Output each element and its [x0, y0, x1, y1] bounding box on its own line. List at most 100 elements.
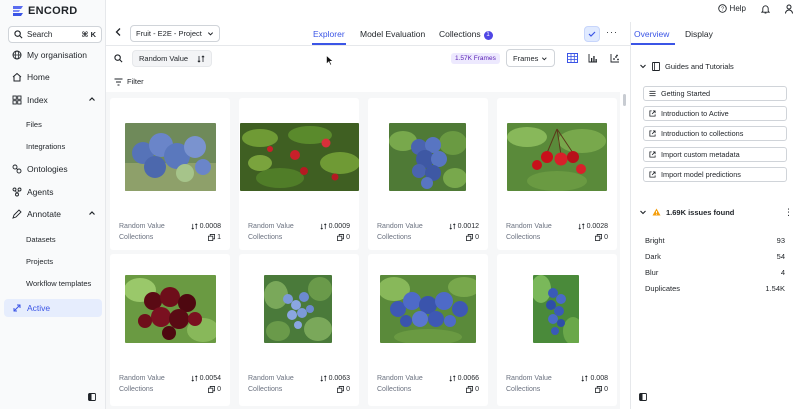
- encord-logo[interactable]: ENCORD: [11, 5, 77, 17]
- sidebar-item-label: Index: [27, 95, 48, 105]
- image-card[interactable]: Random Value 0.0066 Collections 0: [368, 254, 488, 406]
- sidebar-item-workflow-templates[interactable]: Workflow templates: [4, 276, 102, 290]
- search-icon[interactable]: [114, 54, 123, 63]
- sort-order-icon: [191, 222, 198, 230]
- home-icon: [12, 72, 22, 82]
- sidebar-item-datasets[interactable]: Datasets: [4, 232, 102, 246]
- sidebar-item-annotate[interactable]: Annotate: [4, 206, 102, 222]
- guide-import-custom-metadata[interactable]: Import custom metadata: [643, 147, 787, 162]
- grid-view-icon[interactable]: [566, 52, 578, 64]
- collapse-panel-icon[interactable]: [639, 393, 647, 401]
- image-card[interactable]: Random Value 0.008 Collections 0: [497, 254, 617, 406]
- sidebar-item-files[interactable]: Files: [4, 117, 102, 131]
- issue-row-dark[interactable]: Dark 54: [645, 250, 785, 262]
- guide-label: Import custom metadata: [661, 150, 740, 159]
- random-value-label: Random Value: [248, 374, 294, 382]
- tab-active-indicator: [631, 43, 675, 45]
- more-options-icon[interactable]: ···: [606, 27, 618, 37]
- sidebar-item-projects[interactable]: Projects: [4, 254, 102, 268]
- random-value-text: 0.0066: [457, 374, 479, 382]
- tab-display[interactable]: Display: [685, 29, 713, 39]
- image-card[interactable]: Random Value 0.0008 Collections 1: [110, 98, 230, 250]
- bar-chart-view-icon[interactable]: [587, 52, 599, 64]
- image-card[interactable]: Random Value 0.0028 Collections 0: [497, 98, 617, 250]
- card-image-blueberry-bush: [264, 275, 332, 343]
- sidebar-item-active[interactable]: Active: [4, 299, 102, 317]
- sidebar-item-ontologies[interactable]: Ontologies: [4, 161, 102, 177]
- card-collections-row: Collections 0: [368, 383, 488, 395]
- collections-count: 0: [337, 234, 350, 241]
- guide-label: Getting Started: [661, 89, 711, 98]
- sidebar-item-index[interactable]: Index: [4, 92, 102, 108]
- collapse-sidebar-icon[interactable]: [88, 393, 96, 401]
- project-name: Fruit - E2E - Project I: [136, 29, 204, 38]
- collections-count-badge: 1: [483, 31, 493, 40]
- sort-selector[interactable]: Random Value: [132, 50, 212, 67]
- random-value-label: Random Value: [119, 374, 165, 382]
- collections-label: Collections: [377, 385, 412, 393]
- issue-row-bright[interactable]: Bright 93: [645, 234, 785, 246]
- image-card[interactable]: Random Value 0.0009 Collections 0: [239, 98, 359, 250]
- scrollbar-thumb[interactable]: [623, 94, 626, 106]
- guide-label: Introduction to collections: [661, 129, 744, 138]
- sidebar-item-agents[interactable]: Agents: [4, 184, 102, 200]
- grid-scrollbar[interactable]: [620, 92, 630, 409]
- issues-more-options-icon[interactable]: ⋮: [784, 207, 793, 218]
- guide-getting-started[interactable]: Getting Started: [643, 86, 787, 101]
- tab-collections-label: Collections: [439, 29, 481, 39]
- guide-introduction-to-collections[interactable]: Introduction to collections: [643, 126, 787, 141]
- tab-model-evaluation[interactable]: Model Evaluation: [360, 29, 425, 39]
- sidebar: ENCORD Search ⌘ K My organisation Home I…: [0, 0, 106, 409]
- sort-label: Random Value: [139, 54, 189, 63]
- sidebar-item-integrations[interactable]: Integrations: [4, 139, 102, 153]
- sidebar-item-home[interactable]: Home: [4, 69, 102, 85]
- sidebar-item-label: My organisation: [27, 50, 88, 60]
- issue-label: Bright: [645, 235, 665, 245]
- copy-icon: [337, 385, 345, 393]
- copy-icon: [208, 385, 216, 393]
- tab-overview[interactable]: Overview: [634, 29, 669, 39]
- collections-count-text: 0: [346, 233, 350, 241]
- sidebar-item-my-organisation[interactable]: My organisation: [4, 47, 102, 63]
- guide-label: Introduction to Active: [661, 109, 729, 118]
- filter-button[interactable]: Filter: [114, 77, 144, 86]
- issue-row-blur[interactable]: Blur 4: [645, 266, 785, 278]
- sidebar-search[interactable]: Search ⌘ K: [8, 26, 102, 43]
- index-icon: [12, 95, 22, 105]
- copy-icon: [208, 233, 216, 241]
- guide-import-model-predictions[interactable]: Import model predictions: [643, 167, 787, 182]
- image-card[interactable]: Random Value 0.0012 Collections 0: [368, 98, 488, 250]
- back-arrow-icon[interactable]: [114, 27, 123, 37]
- search-shortcut: ⌘ K: [81, 30, 96, 39]
- issue-row-duplicates[interactable]: Duplicates 1.54K: [645, 282, 785, 294]
- confirm-button[interactable]: [584, 26, 600, 42]
- image-card[interactable]: Random Value 0.0054 Collections 0: [110, 254, 230, 406]
- sidebar-item-label: Ontologies: [27, 164, 68, 174]
- issue-label: Dark: [645, 251, 661, 261]
- tab-collections[interactable]: Collections 1: [439, 29, 493, 40]
- image-card[interactable]: Random Value 0.0063 Collections 0: [239, 254, 359, 406]
- sidebar-item-label: Active: [27, 303, 51, 313]
- annotate-icon: [12, 209, 22, 219]
- filter-label: Filter: [127, 77, 144, 86]
- chevron-down-icon: [640, 64, 646, 69]
- project-selector[interactable]: Fruit - E2E - Project I: [130, 25, 220, 42]
- card-collections-row: Collections 0: [497, 383, 617, 395]
- bell-icon[interactable]: [761, 4, 770, 14]
- help-button[interactable]: ? Help: [717, 4, 746, 13]
- encord-logo-icon: [13, 6, 23, 16]
- frames-selector[interactable]: Frames: [506, 49, 555, 67]
- sort-order-icon[interactable]: [197, 54, 205, 63]
- guides-section-header[interactable]: Guides and Tutorials: [639, 58, 793, 74]
- issues-section-header[interactable]: 1.69K issues found ⋮: [639, 204, 793, 220]
- search-label: Search: [27, 30, 53, 39]
- collections-count: 0: [208, 386, 221, 393]
- guide-introduction-to-active[interactable]: Introduction to Active: [643, 106, 787, 121]
- user-icon[interactable]: [784, 4, 794, 14]
- external-link-icon: [649, 110, 656, 117]
- issue-value: 1.54K: [765, 283, 785, 293]
- collections-count-text: 0: [346, 385, 350, 393]
- book-icon: [652, 61, 660, 71]
- scatter-view-icon[interactable]: [609, 52, 621, 64]
- tab-explorer[interactable]: Explorer: [313, 29, 345, 39]
